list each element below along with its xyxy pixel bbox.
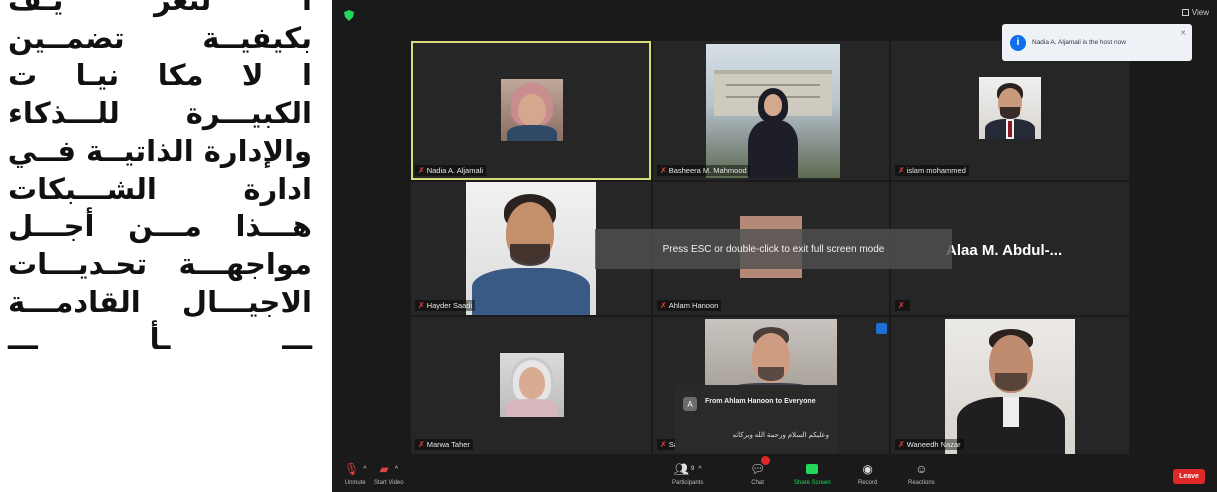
info-icon: i (1010, 34, 1026, 51)
share-screen-button[interactable]: Share Screen (794, 459, 831, 486)
chat-unread-badge (761, 456, 771, 465)
close-icon[interactable]: ✕ (1180, 29, 1186, 37)
participant-photo (500, 353, 564, 417)
chevron-up-icon[interactable]: ^ (395, 466, 398, 473)
video-tile[interactable]: ✗ islam mohammed (891, 41, 1129, 180)
participant-name: ✗ Waneedh Nazar (895, 439, 964, 450)
participant-photo (501, 79, 563, 141)
record-button[interactable]: ◉ Record (858, 459, 877, 486)
article-line: هـــذا مـــن أجـــل (8, 209, 312, 244)
chat-notification[interactable]: A From Ahlam Hanoon to Everyone وعليكم ا… (675, 385, 839, 453)
participant-name: ✗ Hayder Saadi (415, 300, 476, 311)
participant-name: ✗ Ahlam Hanoon (657, 300, 722, 311)
video-tile[interactable]: ✗ Marwa Taher (411, 317, 651, 454)
participant-name: ✗ Basheera M. Mahmood (657, 165, 750, 176)
mic-muted-icon: ✗ (898, 301, 905, 310)
article-line: الاجيـــال القادمـــة (8, 284, 312, 319)
mic-muted-icon: ✗ (898, 440, 905, 449)
mic-muted-icon: ✗ (418, 301, 425, 310)
zoom-meeting-window: View ✗ Nadia A. Aljamali ✗ Basheera M. Mah… (332, 0, 1217, 492)
article-line: ادارة الشـــبكات (8, 171, 312, 206)
mic-muted-icon: 🎙︎ (344, 462, 360, 476)
article-line: الكبيـــرة للـــذكاء (8, 96, 312, 131)
host-notification: i Nadia A. Aljamali is the host now ✕ (1002, 24, 1192, 61)
record-icon: ◉ (862, 462, 873, 476)
video-tile[interactable]: ✗ Waneedh Nazar (891, 317, 1129, 454)
mic-muted-icon: ✗ (898, 166, 905, 175)
participant-name: ✗ Nadia A. Aljamali (415, 165, 486, 176)
article-line: ا لا مكا نيـا ت (8, 58, 312, 93)
participants-icon: 👥︎ (673, 462, 689, 476)
chat-sender: From Ahlam Hanoon to Everyone (705, 398, 816, 405)
participant-name: ✗ islam mohammed (895, 165, 969, 176)
view-label: View (1191, 8, 1209, 17)
participant-name: ✗ Marwa Taher (415, 439, 473, 450)
notification-text: Nadia A. Aljamali is the host now (1032, 39, 1126, 46)
avatar: A (683, 397, 697, 411)
participants-button[interactable]: 👥︎ 9 ^ Participants (672, 459, 703, 486)
unmute-button[interactable]: 🎙︎ ^ Unmute (344, 459, 367, 486)
chevron-up-icon[interactable]: ^ (363, 466, 366, 473)
participant-name: ✗ (895, 300, 910, 311)
mic-muted-icon: ✗ (660, 440, 667, 449)
video-tile[interactable]: ✗ Nadia A. Aljamali (411, 41, 651, 180)
participant-photo (979, 77, 1041, 139)
article-text: أ لتعر يـف بكيفيــة تضمــين ا لا مكا نيـ… (0, 0, 318, 492)
article-line: بكيفيــة تضمــين (8, 20, 312, 55)
chat-message: وعليكم السلام ورحمة الله وبركاته (732, 432, 829, 439)
participant-photo (706, 44, 840, 178)
leave-button[interactable]: Leave (1173, 469, 1205, 484)
article-line: والإدارة الذاتيــة فــي (7, 133, 312, 168)
mic-muted-icon: ✗ (418, 166, 425, 175)
grid-icon (1181, 9, 1189, 16)
start-video-button[interactable]: ▰ ^ Start Video (374, 459, 404, 486)
shield-icon[interactable] (344, 10, 354, 21)
reactions-button[interactable]: ☺ Reactions (908, 459, 935, 486)
participant-display-name: Alaa M. Abdul-... (946, 242, 1063, 259)
fullscreen-hint: Press ESC or double-click to exit full s… (595, 229, 952, 269)
mic-muted-icon: ✗ (418, 440, 425, 449)
video-off-icon: ▰ (379, 462, 389, 476)
view-button[interactable]: View (1181, 8, 1209, 17)
mic-muted-icon: ✗ (660, 301, 667, 310)
meeting-toolbar: 🎙︎ ^ Unmute ▰ ^ Start Video 👥︎ 9 ^ Participa… (332, 456, 1217, 492)
reactions-icon: ☺ (915, 462, 928, 476)
mic-muted-icon: ✗ (660, 166, 667, 175)
video-tile[interactable]: ✗ Basheera M. Mahmood (653, 41, 889, 180)
article-line: مواجهـــة تحـديـــات (8, 246, 312, 281)
share-screen-icon (806, 464, 819, 474)
chat-button[interactable]: 💬︎ Chat (750, 456, 771, 486)
chevron-up-icon[interactable]: ^ (698, 466, 701, 473)
article-line: ـــ ـأ ـــ (8, 322, 312, 357)
share-indicator-icon (876, 323, 887, 334)
article-line: أ لتعر يـف (8, 0, 312, 17)
participant-photo (945, 319, 1075, 454)
participant-photo (466, 182, 596, 315)
